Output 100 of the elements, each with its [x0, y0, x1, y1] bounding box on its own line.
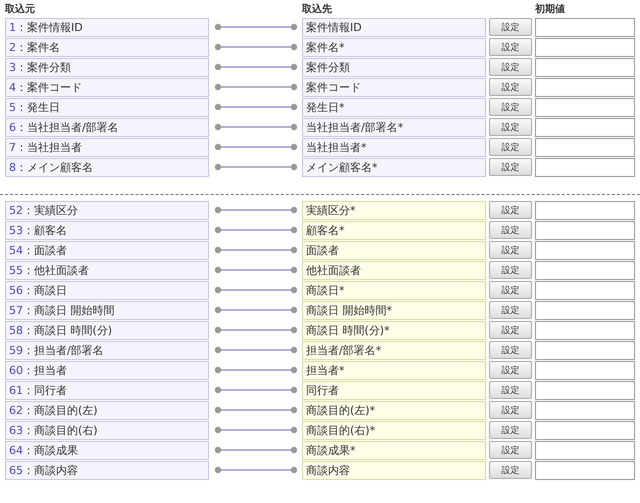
- target-field: 案件コード: [302, 78, 486, 97]
- settings-button[interactable]: 設定: [489, 321, 532, 339]
- settings-button[interactable]: 設定: [489, 341, 532, 359]
- target-field: 商談日*: [302, 281, 486, 300]
- source-field: 7：当社担当者: [5, 138, 209, 157]
- source-field: 2：案件名: [5, 38, 209, 57]
- settings-button[interactable]: 設定: [489, 421, 532, 439]
- initial-value-input[interactable]: [535, 201, 635, 220]
- initial-value-input[interactable]: [535, 18, 635, 37]
- target-field: 商談内容: [302, 461, 486, 480]
- source-field: 64：商談成果: [5, 441, 209, 460]
- connector-line-icon: [214, 143, 298, 151]
- source-field: 52：実績区分: [5, 201, 209, 220]
- target-field: 案件名*: [302, 38, 486, 57]
- settings-button[interactable]: 設定: [489, 201, 532, 219]
- target-field: 商談目的(左)*: [302, 401, 486, 420]
- connector-line-icon: [214, 103, 298, 111]
- target-field: 当社担当者*: [302, 138, 486, 157]
- target-field: 商談目的(右)*: [302, 421, 486, 440]
- initial-value-input[interactable]: [535, 441, 635, 460]
- source-field: 53：顧客名: [5, 221, 209, 240]
- target-field: 担当者*: [302, 361, 486, 380]
- connector-line-icon: [214, 206, 298, 214]
- connector-line-icon: [214, 163, 298, 171]
- settings-button[interactable]: 設定: [489, 381, 532, 399]
- target-field: 同行者: [302, 381, 486, 400]
- target-field: 当社担当者/部署名*: [302, 118, 486, 137]
- connector-line-icon: [214, 63, 298, 71]
- source-field: 8：メイン顧客名: [5, 158, 209, 177]
- settings-button[interactable]: 設定: [489, 441, 532, 459]
- initial-value-header: 初期値: [535, 2, 565, 16]
- connector-line-icon: [214, 306, 298, 314]
- connector-line-icon: [214, 386, 298, 394]
- connector-line-icon: [214, 346, 298, 354]
- target-field: 案件情報ID: [302, 18, 486, 37]
- target-field: 発生日*: [302, 98, 486, 117]
- initial-value-input[interactable]: [535, 361, 635, 380]
- initial-value-input[interactable]: [535, 118, 635, 137]
- initial-value-input[interactable]: [535, 38, 635, 57]
- initial-value-input[interactable]: [535, 221, 635, 240]
- source-field: 54：面談者: [5, 241, 209, 260]
- source-field: 57：商談日 開始時間: [5, 301, 209, 320]
- initial-value-input[interactable]: [535, 461, 635, 480]
- settings-button[interactable]: 設定: [489, 401, 532, 419]
- initial-value-input[interactable]: [535, 78, 635, 97]
- initial-value-input[interactable]: [535, 138, 635, 157]
- source-field: 63：商談目的(右): [5, 421, 209, 440]
- settings-button[interactable]: 設定: [489, 138, 532, 156]
- settings-button[interactable]: 設定: [489, 118, 532, 136]
- connector-line-icon: [214, 286, 298, 294]
- source-header: 取込元: [5, 2, 35, 16]
- target-field: 担当者/部署名*: [302, 341, 486, 360]
- connector-line-icon: [214, 246, 298, 254]
- settings-button[interactable]: 設定: [489, 158, 532, 176]
- settings-button[interactable]: 設定: [489, 301, 532, 319]
- connector-line-icon: [214, 266, 298, 274]
- initial-value-input[interactable]: [535, 281, 635, 300]
- settings-button[interactable]: 設定: [489, 78, 532, 96]
- initial-value-input[interactable]: [535, 401, 635, 420]
- source-field: 5：発生日: [5, 98, 209, 117]
- initial-value-input[interactable]: [535, 341, 635, 360]
- settings-button[interactable]: 設定: [489, 38, 532, 56]
- initial-value-input[interactable]: [535, 301, 635, 320]
- settings-button[interactable]: 設定: [489, 221, 532, 239]
- connector-line-icon: [214, 23, 298, 31]
- settings-button[interactable]: 設定: [489, 361, 532, 379]
- target-field: メイン顧客名*: [302, 158, 486, 177]
- initial-value-input[interactable]: [535, 261, 635, 280]
- connector-line-icon: [214, 226, 298, 234]
- target-field: 商談日 時間(分)*: [302, 321, 486, 340]
- initial-value-input[interactable]: [535, 381, 635, 400]
- connector-line-icon: [214, 466, 298, 474]
- initial-value-input[interactable]: [535, 421, 635, 440]
- source-field: 56：商談日: [5, 281, 209, 300]
- source-field: 58：商談日 時間(分): [5, 321, 209, 340]
- target-field: 面談者: [302, 241, 486, 260]
- initial-value-input[interactable]: [535, 58, 635, 77]
- source-field: 4：案件コード: [5, 78, 209, 97]
- target-field: 実績区分*: [302, 201, 486, 220]
- initial-value-input[interactable]: [535, 241, 635, 260]
- target-field: 他社面談者: [302, 261, 486, 280]
- target-field: 商談成果*: [302, 441, 486, 460]
- source-field: 1：案件情報ID: [5, 18, 209, 37]
- initial-value-input[interactable]: [535, 321, 635, 340]
- source-field: 60：担当者: [5, 361, 209, 380]
- settings-button[interactable]: 設定: [489, 18, 532, 36]
- settings-button[interactable]: 設定: [489, 58, 532, 76]
- settings-button[interactable]: 設定: [489, 281, 532, 299]
- settings-button[interactable]: 設定: [489, 98, 532, 116]
- initial-value-input[interactable]: [535, 98, 635, 117]
- source-field: 3：案件分類: [5, 58, 209, 77]
- connector-line-icon: [214, 123, 298, 131]
- connector-line-icon: [214, 366, 298, 374]
- settings-button[interactable]: 設定: [489, 261, 532, 279]
- settings-button[interactable]: 設定: [489, 461, 532, 479]
- initial-value-input[interactable]: [535, 158, 635, 177]
- source-field: 59：担当者/部署名: [5, 341, 209, 360]
- settings-button[interactable]: 設定: [489, 241, 532, 259]
- target-header: 取込先: [302, 2, 332, 16]
- source-field: 55：他社面談者: [5, 261, 209, 280]
